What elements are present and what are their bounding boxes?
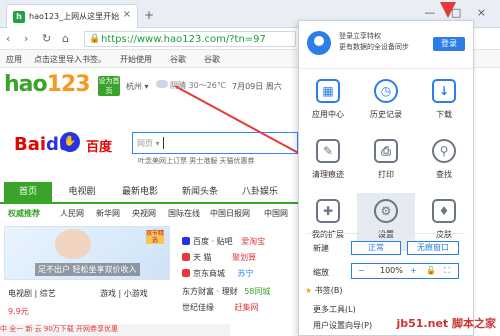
promo-link[interactable]: 9.9元 bbox=[8, 306, 29, 317]
incognito-window-button[interactable]: 无痕窗口 bbox=[407, 241, 459, 255]
normal-window-button[interactable]: 正常 bbox=[351, 241, 401, 255]
settings-icon: ⚙ bbox=[374, 199, 398, 223]
tab-news[interactable]: 新闻头条 bbox=[172, 182, 228, 202]
app-center-icon: ▦ bbox=[316, 79, 340, 103]
print-icon: ⎙ bbox=[374, 139, 398, 163]
clean-icon: ✎ bbox=[316, 139, 340, 163]
window-controls[interactable]: — □ × bbox=[424, 6, 492, 19]
date-text: 7月09日 周六 bbox=[232, 82, 282, 91]
baidu-icon bbox=[182, 237, 190, 245]
site-link[interactable]: 人民网 bbox=[60, 208, 84, 219]
star-icon: ★ bbox=[305, 286, 313, 295]
menu-print[interactable]: ⎙ 打印 bbox=[357, 133, 415, 191]
bookmark-apps[interactable]: 应用 bbox=[6, 54, 22, 65]
extension-icon: ✚ bbox=[316, 199, 340, 223]
menu-download[interactable]: ↓ 下载 bbox=[415, 73, 473, 131]
address-bar[interactable]: 🔒 https://www.hao123.com/?tn=97 bbox=[84, 31, 296, 47]
zoom-in-button[interactable]: + bbox=[410, 266, 417, 275]
site-link[interactable]: 国际在线 bbox=[168, 208, 200, 219]
jd-icon bbox=[182, 269, 190, 277]
home-button[interactable]: ⌂ bbox=[62, 32, 69, 45]
menu-history[interactable]: ◷ 历史记录 bbox=[357, 73, 415, 131]
lock-icon: 🔒 bbox=[89, 34, 101, 44]
cloud-icon bbox=[156, 80, 168, 88]
banner-photo bbox=[55, 229, 91, 259]
browser-main-menu: 登录立享特权 更有数据的全设备同步 登录 ▦ 应用中心 ◷ 历史记录 ↓ 下载 ✎ 清理… bbox=[298, 20, 474, 336]
more-tools-item[interactable]: 更多工具(L) bbox=[313, 304, 356, 315]
bookmark-google-1[interactable]: 谷歌 bbox=[170, 54, 186, 65]
set-homepage-badge[interactable]: 设为首页 bbox=[98, 76, 120, 96]
login-button[interactable]: 登录 bbox=[433, 37, 465, 51]
watermark: jb51.net 脚本之家 bbox=[396, 317, 496, 330]
bookmark-start[interactable]: 开始使用 bbox=[120, 54, 152, 65]
hao123-favicon-icon: h bbox=[13, 11, 25, 23]
url-text[interactable]: https://www.hao123.com/?tn=97 bbox=[101, 34, 291, 45]
tab-entertainment[interactable]: 八卦娱乐 bbox=[232, 182, 288, 202]
baidu-paw-icon: ✋ bbox=[60, 132, 80, 152]
banner-text: 足不出户 轻松坐享双价收入 bbox=[35, 263, 140, 276]
forward-button[interactable]: › bbox=[24, 32, 28, 45]
bottom-promo-bar[interactable]: 中 全一 新 云 90万下载 开网券享优惠 bbox=[0, 324, 230, 336]
authority-label: 权威推荐 bbox=[8, 209, 40, 218]
tab-title: hao123_上网从这里开始 bbox=[29, 12, 119, 21]
list-item[interactable]: 世纪佳缘 赶集网 bbox=[182, 302, 259, 313]
download-icon: ↓ bbox=[432, 79, 456, 103]
tab-home[interactable]: 首页 bbox=[4, 182, 52, 202]
search-type-dropdown[interactable]: 网页 ▾ bbox=[137, 138, 160, 149]
history-icon: ◷ bbox=[374, 79, 398, 103]
site-link[interactable]: 中国网 bbox=[264, 208, 288, 219]
weather-text: 阴晴 30～26℃ bbox=[156, 80, 226, 91]
tab-close-icon[interactable]: × bbox=[123, 9, 131, 20]
login-row: 登录立享特权 更有数据的全设备同步 登录 bbox=[299, 21, 473, 69]
text-cursor bbox=[163, 137, 164, 149]
site-link[interactable]: 央视网 bbox=[132, 208, 156, 219]
avatar[interactable] bbox=[307, 31, 331, 55]
zoom-value: 100% bbox=[380, 266, 403, 275]
city-selector[interactable]: 杭州 ▾ bbox=[126, 81, 149, 92]
banner-tag: 双节精选 bbox=[146, 230, 165, 244]
new-window-label: 新建 bbox=[313, 244, 329, 253]
authority-site-row: 权威推荐 人民网 新华网 央视网 国际在线 中国日报网 中国网 bbox=[0, 204, 300, 222]
tab-movies[interactable]: 最新电影 bbox=[112, 182, 168, 202]
hot-words[interactable]: 叶念美网上订票 男士港服 天猫优惠券 bbox=[138, 156, 254, 166]
baidu-name: 百度 bbox=[86, 140, 113, 155]
back-button[interactable]: ‹ bbox=[6, 32, 10, 45]
menu-app-center[interactable]: ▦ 应用中心 bbox=[299, 73, 357, 131]
category-nav: 首页 电视剧 最新电影 新闻头条 八卦娱乐 bbox=[0, 182, 300, 204]
browser-tab[interactable]: h hao123_上网从这里开始 × bbox=[6, 4, 138, 28]
find-icon: ⚲ bbox=[432, 139, 456, 163]
zoom-out-button[interactable]: − bbox=[358, 266, 365, 275]
search-input[interactable]: 网页 ▾ bbox=[132, 132, 298, 154]
user-guide-item[interactable]: 用户设置向导(P) bbox=[313, 320, 372, 331]
bookmark-import[interactable]: 点击这里导入书签。 bbox=[34, 54, 106, 65]
site-link[interactable]: 中国日报网 bbox=[210, 208, 250, 219]
tmall-icon bbox=[182, 253, 190, 261]
list-item[interactable]: 东方财富 · 理财 58同城 bbox=[182, 286, 270, 297]
tab-tv[interactable]: 电视剧 bbox=[56, 182, 108, 202]
menu-find[interactable]: ⚲ 查找 bbox=[415, 133, 473, 191]
login-prompt: 登录立享特权 更有数据的全设备同步 bbox=[339, 32, 409, 51]
site-link[interactable]: 新华网 bbox=[96, 208, 120, 219]
zoom-control: − 100% + 🔓 ⛶ bbox=[351, 263, 459, 279]
menu-clean[interactable]: ✎ 清理痕迹 bbox=[299, 133, 357, 191]
fullscreen-icon[interactable]: ⛶ bbox=[444, 266, 450, 276]
bookmarks-menu-item[interactable]: ★ 书签(B) bbox=[305, 285, 342, 296]
tv-variety-link[interactable]: 电视剧 | 综艺 bbox=[8, 288, 56, 299]
new-tab-button[interactable]: + bbox=[144, 8, 154, 22]
bookmark-google-2[interactable]: 谷歌 bbox=[204, 54, 220, 65]
lock-zoom-icon[interactable]: 🔓 bbox=[426, 266, 436, 275]
list-item[interactable]: 天 猫 聚划算 bbox=[182, 252, 256, 263]
games-link[interactable]: 游戏 | 小游戏 bbox=[100, 288, 148, 299]
list-item[interactable]: 京东商城 苏宁 bbox=[182, 268, 254, 279]
hao123-logo[interactable]: hao123 bbox=[4, 72, 91, 97]
skin-icon: ♦ bbox=[432, 199, 456, 223]
zoom-label: 缩放 bbox=[313, 268, 329, 277]
menu-divider bbox=[307, 233, 465, 234]
list-item[interactable]: 百度 · 贴吧 爱淘宝 bbox=[182, 236, 265, 247]
reload-button[interactable]: ↻ bbox=[42, 32, 51, 45]
